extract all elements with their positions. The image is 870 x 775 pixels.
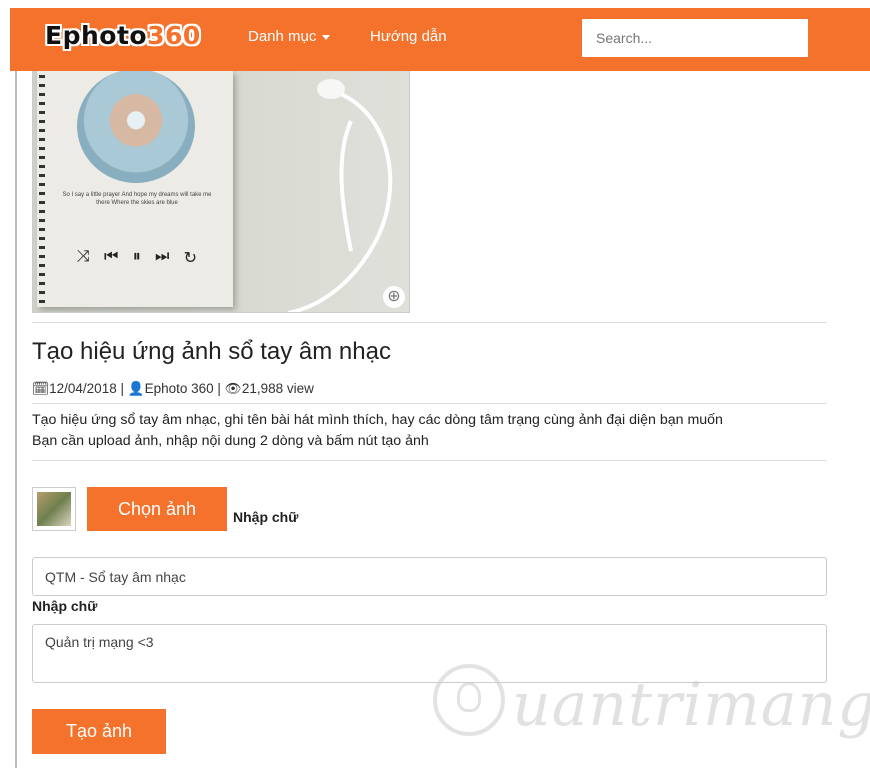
article-description: Tạo hiệu ứng sổ tay âm nhạc, ghi tên bài… [32, 410, 832, 452]
search-input[interactable] [582, 19, 808, 57]
choose-photo-button[interactable]: Chọn ảnh [87, 487, 227, 531]
create-image-button[interactable]: Tạo ảnh [32, 709, 166, 754]
zoom-icon[interactable]: ⊕ [383, 286, 405, 308]
input-label: Nhập chữ [233, 509, 299, 525]
page-title: Tạo hiệu ứng ảnh sổ tay âm nhạc [32, 338, 391, 365]
watermark: uantrimang [512, 670, 870, 740]
menu-guide[interactable]: Hướng dẫn [370, 28, 447, 45]
input-label: Nhập chữ [32, 598, 98, 614]
menu-categories[interactable]: Danh mục [248, 28, 331, 45]
brand-logo[interactable]: Ephoto360 [45, 21, 201, 50]
divider [32, 322, 827, 323]
user-icon: 👤 [127, 381, 145, 396]
caret-down-icon [322, 34, 331, 40]
author-text[interactable]: Ephoto 360 [145, 381, 214, 396]
menu-categories-label: Danh mục [248, 28, 317, 45]
preview-image[interactable]: So I say a little prayer And hope my dre… [32, 71, 410, 313]
description-line: Tạo hiệu ứng sổ tay âm nhạc, ghi tên bài… [32, 412, 723, 428]
date-text: 12/04/2018 [49, 381, 117, 396]
text-line-2-value: Quản trị mạng <3 [45, 634, 154, 650]
watermark-logo-icon [433, 664, 505, 736]
text-line-1-input[interactable] [32, 557, 827, 596]
uploaded-photo-thumbnail[interactable] [32, 487, 76, 531]
divider [32, 403, 827, 404]
earphones-cable [287, 79, 393, 312]
description-line: Bạn cần upload ảnh, nhập nội dung 2 dòng… [32, 433, 429, 449]
calendar-icon: 🗓 [32, 381, 50, 396]
top-navbar: Ephoto360 Danh mục Hướng dẫn [10, 8, 870, 71]
eye-icon: 👁 [224, 381, 242, 396]
article-meta: 🗓12/04/2018 | 👤Ephoto 360 | 👁21,988 view [32, 381, 314, 396]
left-divider [15, 71, 17, 768]
views-text: 21,988 view [241, 381, 314, 396]
divider [32, 460, 827, 461]
